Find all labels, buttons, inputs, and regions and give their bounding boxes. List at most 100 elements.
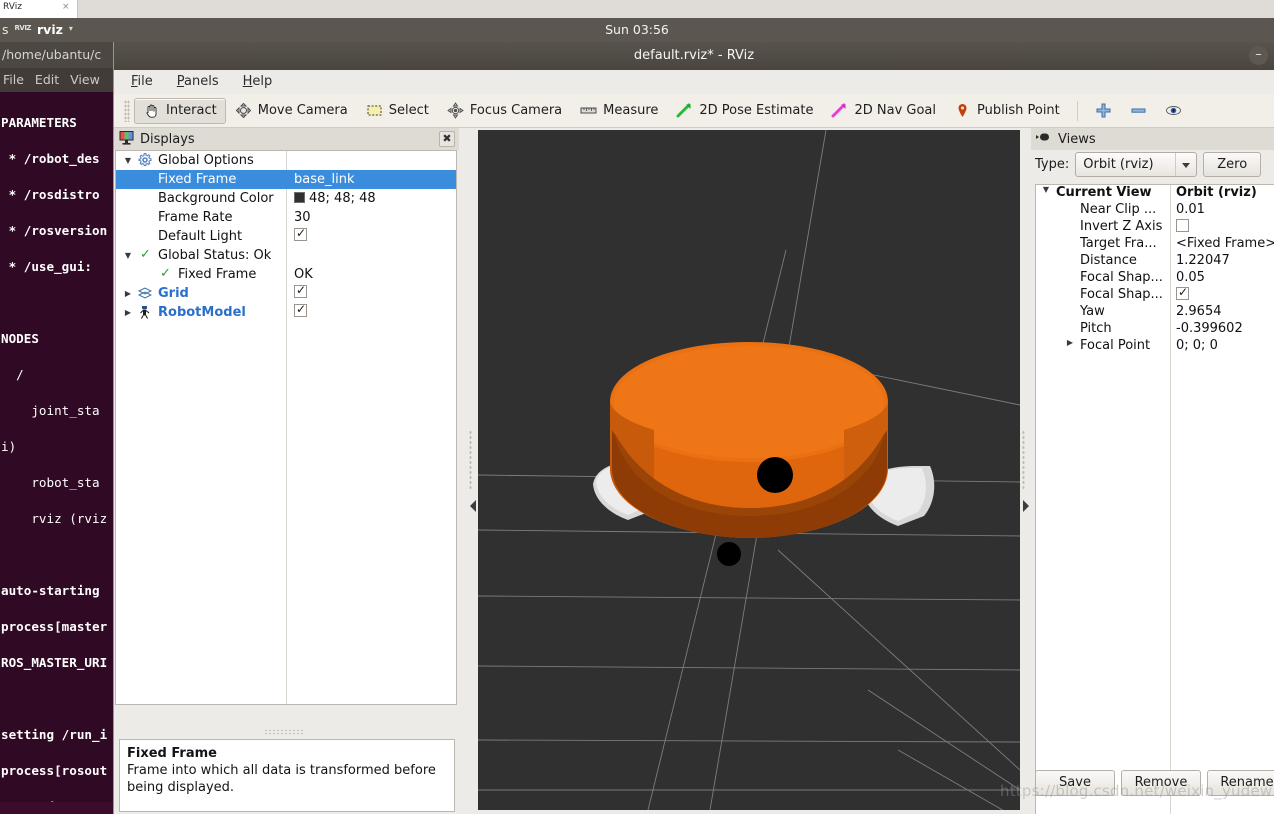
panel-resize-handle[interactable] [264, 729, 304, 734]
terminal-line: NODES [1, 331, 39, 346]
focal-shape-checkbox[interactable] [1176, 285, 1189, 300]
terminal-line: * /use_gui: [1, 259, 100, 274]
tree-value-wrap[interactable]: 48; 48; 48 [294, 191, 376, 206]
tool-move-camera[interactable]: Move Camera [226, 98, 357, 124]
toolbar-drag-handle[interactable] [124, 99, 130, 122]
tree-row-status-fixed-frame[interactable]: ✓ Fixed Frame OK [116, 265, 456, 284]
remove-view-button[interactable]: Remove [1121, 770, 1201, 796]
chevron-right-icon[interactable]: ▶ [1064, 338, 1076, 347]
zero-button[interactable]: Zero [1203, 152, 1262, 177]
tool-publish-point[interactable]: Publish Point [945, 98, 1069, 124]
tree-value-wrap[interactable] [294, 302, 307, 321]
menu-help[interactable]: Help [243, 74, 273, 94]
save-view-button[interactable]: Save [1035, 770, 1115, 796]
views-value[interactable]: 0.01 [1176, 202, 1205, 217]
tool-2d-pose-estimate[interactable]: 2D Pose Estimate [667, 98, 822, 124]
views-row-focal-point[interactable]: ▶ Focal Point 0; 0; 0 [1036, 338, 1274, 355]
views-row-target-frame[interactable]: Target Fra... <Fixed Frame> [1036, 236, 1274, 253]
views-row-focal-shape-size[interactable]: Focal Shap... 0.05 [1036, 270, 1274, 287]
terminal-menu-file[interactable]: File [3, 72, 24, 87]
views-tree[interactable]: ▼ Current View Orbit (rviz) Near Clip ..… [1035, 184, 1274, 814]
views-value[interactable]: -0.399602 [1176, 321, 1243, 336]
tree-row-default-light[interactable]: Default Light [116, 226, 456, 246]
chevron-down-icon[interactable] [1182, 163, 1191, 168]
menu-help-rest: elp [252, 74, 273, 89]
menu-panels[interactable]: Panels [177, 74, 219, 94]
tree-row-fixed-frame[interactable]: Fixed Frame base_link [116, 170, 456, 189]
tree-value-wrap[interactable] [294, 283, 307, 302]
views-row-distance[interactable]: Distance 1.22047 [1036, 253, 1274, 270]
green-arrow-icon [676, 102, 693, 119]
views-value-wrap[interactable] [1176, 219, 1189, 236]
views-row-pitch[interactable]: Pitch -0.399602 [1036, 321, 1274, 338]
collapse-right-icon[interactable] [1023, 500, 1029, 512]
tool-focus-camera[interactable]: Focus Camera [438, 98, 571, 124]
close-icon[interactable]: ✖ [439, 131, 455, 147]
views-label: Near Clip ... [1080, 202, 1157, 217]
views-row-focal-shape-fixed[interactable]: Focal Shap... [1036, 285, 1274, 304]
tool-visibility[interactable] [1156, 98, 1191, 124]
grid-icon [137, 287, 154, 303]
terminal-output[interactable]: PARAMETERS * /robot_des * /rosdistro * /… [0, 92, 113, 814]
views-value[interactable]: 2.9654 [1176, 304, 1222, 319]
splitter-grip[interactable] [469, 430, 472, 490]
terminal-line: * /rosdistro [1, 187, 100, 202]
robotmodel-checkbox[interactable] [294, 302, 307, 317]
rename-view-button[interactable]: Rename [1207, 770, 1274, 796]
default-light-checkbox[interactable] [294, 226, 307, 241]
views-value[interactable]: 0.05 [1176, 270, 1205, 285]
tool-measure-label: Measure [603, 103, 659, 118]
tree-row-robotmodel[interactable]: ▶ RobotModel [116, 302, 456, 322]
tree-row-grid[interactable]: ▶ Grid [116, 283, 456, 303]
collapse-left-icon[interactable] [470, 500, 476, 512]
chevron-right-icon[interactable]: ▶ [122, 289, 134, 298]
3d-viewport[interactable] [478, 130, 1020, 810]
views-row-yaw[interactable]: Yaw 2.9654 [1036, 304, 1274, 321]
left-splitter[interactable] [467, 130, 478, 810]
right-splitter[interactable] [1020, 130, 1031, 810]
tool-add-view[interactable] [1086, 98, 1121, 124]
views-value[interactable]: 0; 0; 0 [1176, 338, 1218, 353]
tree-row-global-status[interactable]: ▼ ✓ Global Status: Ok [116, 246, 456, 265]
tree-row-global-options[interactable]: ▼ Global Options [116, 151, 456, 170]
views-row-current-view[interactable]: ▼ Current View Orbit (rviz) [1036, 185, 1274, 202]
views-row-invert-z[interactable]: Invert Z Axis [1036, 219, 1274, 236]
tool-2d-nav-goal[interactable]: 2D Nav Goal [822, 98, 945, 124]
clock[interactable]: Sun 03:56 [0, 22, 1274, 37]
tree-value[interactable]: base_link [294, 172, 354, 187]
chevron-down-icon[interactable]: ▼ [1040, 185, 1052, 194]
tool-select[interactable]: Select [357, 98, 438, 124]
terminal-menu-edit[interactable]: Edit [35, 72, 59, 87]
color-swatch[interactable] [294, 192, 305, 203]
chevron-down-icon[interactable]: ▼ [122, 251, 134, 260]
view-type-select[interactable]: Orbit (rviz) [1075, 152, 1198, 177]
tree-row-background-color[interactable]: Background Color 48; 48; 48 [116, 189, 456, 208]
tree-value[interactable]: 30 [294, 210, 311, 225]
views-label: Invert Z Axis [1080, 219, 1163, 234]
tree-value-wrap[interactable] [294, 226, 307, 245]
tool-remove-view[interactable] [1121, 98, 1156, 124]
gear-icon [138, 153, 154, 169]
views-value[interactable]: 1.22047 [1176, 253, 1230, 268]
chevron-down-icon[interactable]: ▼ [122, 156, 134, 165]
tool-measure[interactable]: Measure [571, 98, 667, 124]
menu-panels-rest: anels [184, 74, 219, 89]
tool-interact[interactable]: Interact [134, 97, 226, 124]
tree-row-frame-rate[interactable]: Frame Rate 30 [116, 208, 456, 227]
terminal-menu-view[interactable]: View [70, 72, 100, 87]
views-value[interactable]: <Fixed Frame> [1176, 236, 1274, 251]
browser-tab[interactable]: RViz × [0, 0, 78, 18]
invert-z-checkbox[interactable] [1176, 219, 1189, 232]
grid-checkbox[interactable] [294, 283, 307, 298]
views-label: Pitch [1080, 321, 1112, 336]
menu-file[interactable]: File [131, 74, 153, 94]
terminal-line: auto-starting [1, 583, 100, 598]
views-value-wrap[interactable] [1176, 285, 1189, 304]
displays-tree[interactable]: ▼ Global Options Fixed Frame base_link B… [115, 150, 457, 705]
views-row-near-clip[interactable]: Near Clip ... 0.01 [1036, 202, 1274, 219]
close-icon[interactable]: × [62, 2, 70, 12]
chevron-right-icon[interactable]: ▶ [122, 308, 134, 317]
splitter-grip[interactable] [1022, 430, 1025, 490]
terminal-line: PARAMETERS [1, 115, 77, 130]
minimize-button[interactable]: – [1249, 46, 1268, 65]
